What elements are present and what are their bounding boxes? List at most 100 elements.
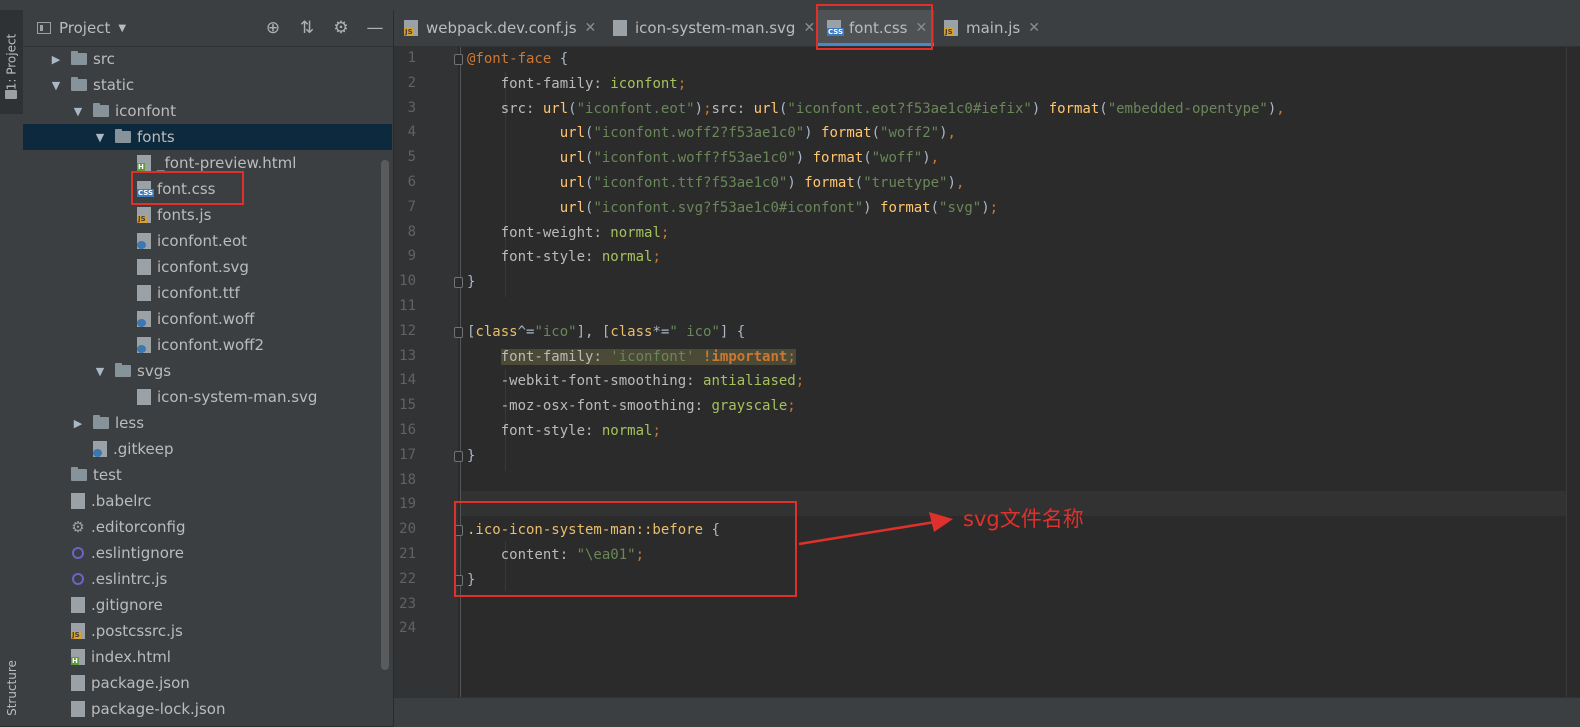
code-token: (	[1099, 100, 1108, 117]
fold-marker-icon[interactable]	[454, 277, 463, 289]
fold-marker-icon[interactable]	[454, 326, 463, 338]
tree-item-label: .eslintrc.js	[91, 570, 168, 588]
code-token: )	[922, 150, 931, 167]
collapse-icon[interactable]: ⇅	[297, 18, 317, 38]
fold-marker-icon[interactable]	[454, 450, 463, 462]
structure-tool-tab[interactable]: Structure	[0, 650, 23, 726]
code-token: :	[736, 100, 754, 117]
code-line: -moz-osx-font-smoothing: grayscale;	[467, 394, 796, 418]
line-number: 8	[407, 223, 416, 240]
expand-right-icon[interactable]: ▶	[51, 53, 61, 66]
annotation-label: svg文件名称	[963, 507, 1084, 531]
tab-main-js[interactable]: JS main.js ✕	[934, 10, 1054, 46]
code-token: font-style	[467, 423, 586, 439]
code-line: }	[467, 444, 475, 468]
crosshair-icon[interactable]: ⊕	[263, 18, 283, 38]
code-token: )	[1031, 100, 1049, 117]
annotation-box-code	[454, 501, 797, 597]
gear-icon[interactable]: ⚙	[331, 18, 351, 38]
close-icon[interactable]: ✕	[1028, 20, 1040, 36]
code-token: url	[753, 100, 779, 117]
code-token: 'iconfont'	[610, 348, 695, 365]
error-stripe[interactable]	[1566, 47, 1580, 697]
tree-item[interactable]: iconfont.eot	[23, 228, 392, 254]
project-tool-tab[interactable]: 1: Project	[0, 10, 23, 114]
editor-tab-bar: JS webpack.dev.conf.js ✕ icon-system-man.sv…	[394, 10, 1580, 47]
tree-item[interactable]: test	[23, 462, 392, 488]
bottom-bar	[394, 697, 1580, 727]
tree-item[interactable]: .gitignore	[23, 592, 392, 618]
code-line: font-style: normal;	[467, 419, 661, 443]
fold-marker-icon[interactable]	[454, 54, 463, 65]
expand-right-icon[interactable]: ▶	[73, 417, 83, 430]
tree-item[interactable]: ▼ fonts	[23, 124, 392, 150]
tree-item[interactable]: ▶ src	[23, 46, 392, 72]
project-panel-title[interactable]: Project	[59, 19, 110, 37]
tree-item-label: iconfont.woff	[157, 310, 255, 328]
left-tool-stripe: 1: Project Structure	[0, 10, 24, 726]
code-line: -webkit-font-smoothing: antialiased;	[467, 369, 804, 393]
folder-icon	[93, 103, 109, 117]
code-token: "iconfont.woff?f53ae1c0"	[593, 150, 796, 167]
tree-item-label: fonts.js	[157, 206, 212, 224]
code-token: font-style	[467, 249, 586, 266]
code-token: ], [	[576, 323, 611, 340]
tree-item[interactable]: .gitkeep	[23, 436, 392, 462]
config-file-icon: ⚙	[71, 518, 85, 536]
tree-item[interactable]: ▼ iconfont	[23, 98, 392, 124]
tree-item[interactable]: iconfont.woff	[23, 306, 392, 332]
tree-item[interactable]: ▶ less	[23, 410, 392, 436]
code-token: src	[467, 100, 527, 117]
tree-item-label: .gitkeep	[113, 440, 174, 458]
tree-item[interactable]: ▼ svgs	[23, 358, 392, 384]
code-token: ^=	[517, 323, 535, 340]
code-token: :	[686, 373, 704, 390]
code-token: @font-face	[467, 51, 552, 67]
tree-scrollbar[interactable]	[381, 160, 389, 670]
code-token: (	[863, 150, 872, 167]
expand-down-icon[interactable]: ▼	[73, 105, 83, 118]
tree-item[interactable]: .babelrc	[23, 488, 392, 514]
tree-item-label: iconfont.ttf	[157, 284, 240, 302]
line-number: 18	[399, 471, 416, 488]
expand-down-icon[interactable]: ▼	[95, 365, 105, 378]
code-line: }	[467, 270, 475, 294]
tab-icon-system-man-svg[interactable]: icon-system-man.svg ✕	[603, 10, 817, 46]
file-file-icon	[71, 701, 85, 717]
unk-file-icon	[93, 441, 107, 457]
tree-item[interactable]: icon-system-man.svg	[23, 384, 392, 410]
tree-item[interactable]: package.json	[23, 670, 392, 696]
code-token: ,	[955, 175, 965, 191]
chevron-down-icon[interactable]: ▼	[118, 23, 126, 34]
tree-item[interactable]: JS .postcssrc.js	[23, 618, 392, 644]
tab-webpack-dev-conf-js[interactable]: JS webpack.dev.conf.js ✕	[394, 10, 603, 46]
close-icon[interactable]: ✕	[585, 20, 597, 36]
line-number-gutter: 1 2 3 4 5 6 7 8 9 10 11 12 13 14 15 16 17 18 19 20 21 22 23 24	[394, 47, 458, 697]
expand-down-icon[interactable]: ▼	[51, 79, 61, 92]
annotation-box-tab	[816, 4, 933, 50]
code-editor[interactable]: @font-face { font-family: iconfont; src:…	[454, 47, 1566, 697]
minimize-icon[interactable]: —	[365, 18, 385, 38]
tree-item[interactable]: iconfont.ttf	[23, 280, 392, 306]
code-token: url	[559, 175, 586, 191]
tree-item[interactable]: package-lock.json	[23, 696, 392, 722]
tree-item[interactable]: .eslintrc.js	[23, 566, 392, 592]
tree-item-label: iconfont.eot	[157, 232, 247, 250]
js-file-icon: JS	[404, 20, 418, 36]
tree-item-label: _font-preview.html	[157, 154, 297, 172]
code-token: }	[467, 447, 476, 464]
code-line: font-style: normal;	[467, 245, 661, 269]
tree-item[interactable]: ▼ static	[23, 72, 392, 98]
tree-item[interactable]: ⚙ .editorconfig	[23, 514, 392, 540]
expand-down-icon[interactable]: ▼	[95, 131, 105, 144]
tree-item[interactable]: iconfont.woff2	[23, 332, 392, 358]
code-token: -webkit-font-smoothing	[467, 373, 687, 390]
close-icon[interactable]: ✕	[803, 20, 815, 36]
tree-item[interactable]: iconfont.svg	[23, 254, 392, 280]
code-line: url("iconfont.ttf?f53ae1c0") format("tru…	[467, 171, 965, 195]
tree-item[interactable]: JS fonts.js	[23, 202, 392, 228]
code-line: @font-face {	[467, 47, 568, 71]
tree-item[interactable]: .eslintignore	[23, 540, 392, 566]
tree-item[interactable]: Hindex.html	[23, 644, 392, 670]
